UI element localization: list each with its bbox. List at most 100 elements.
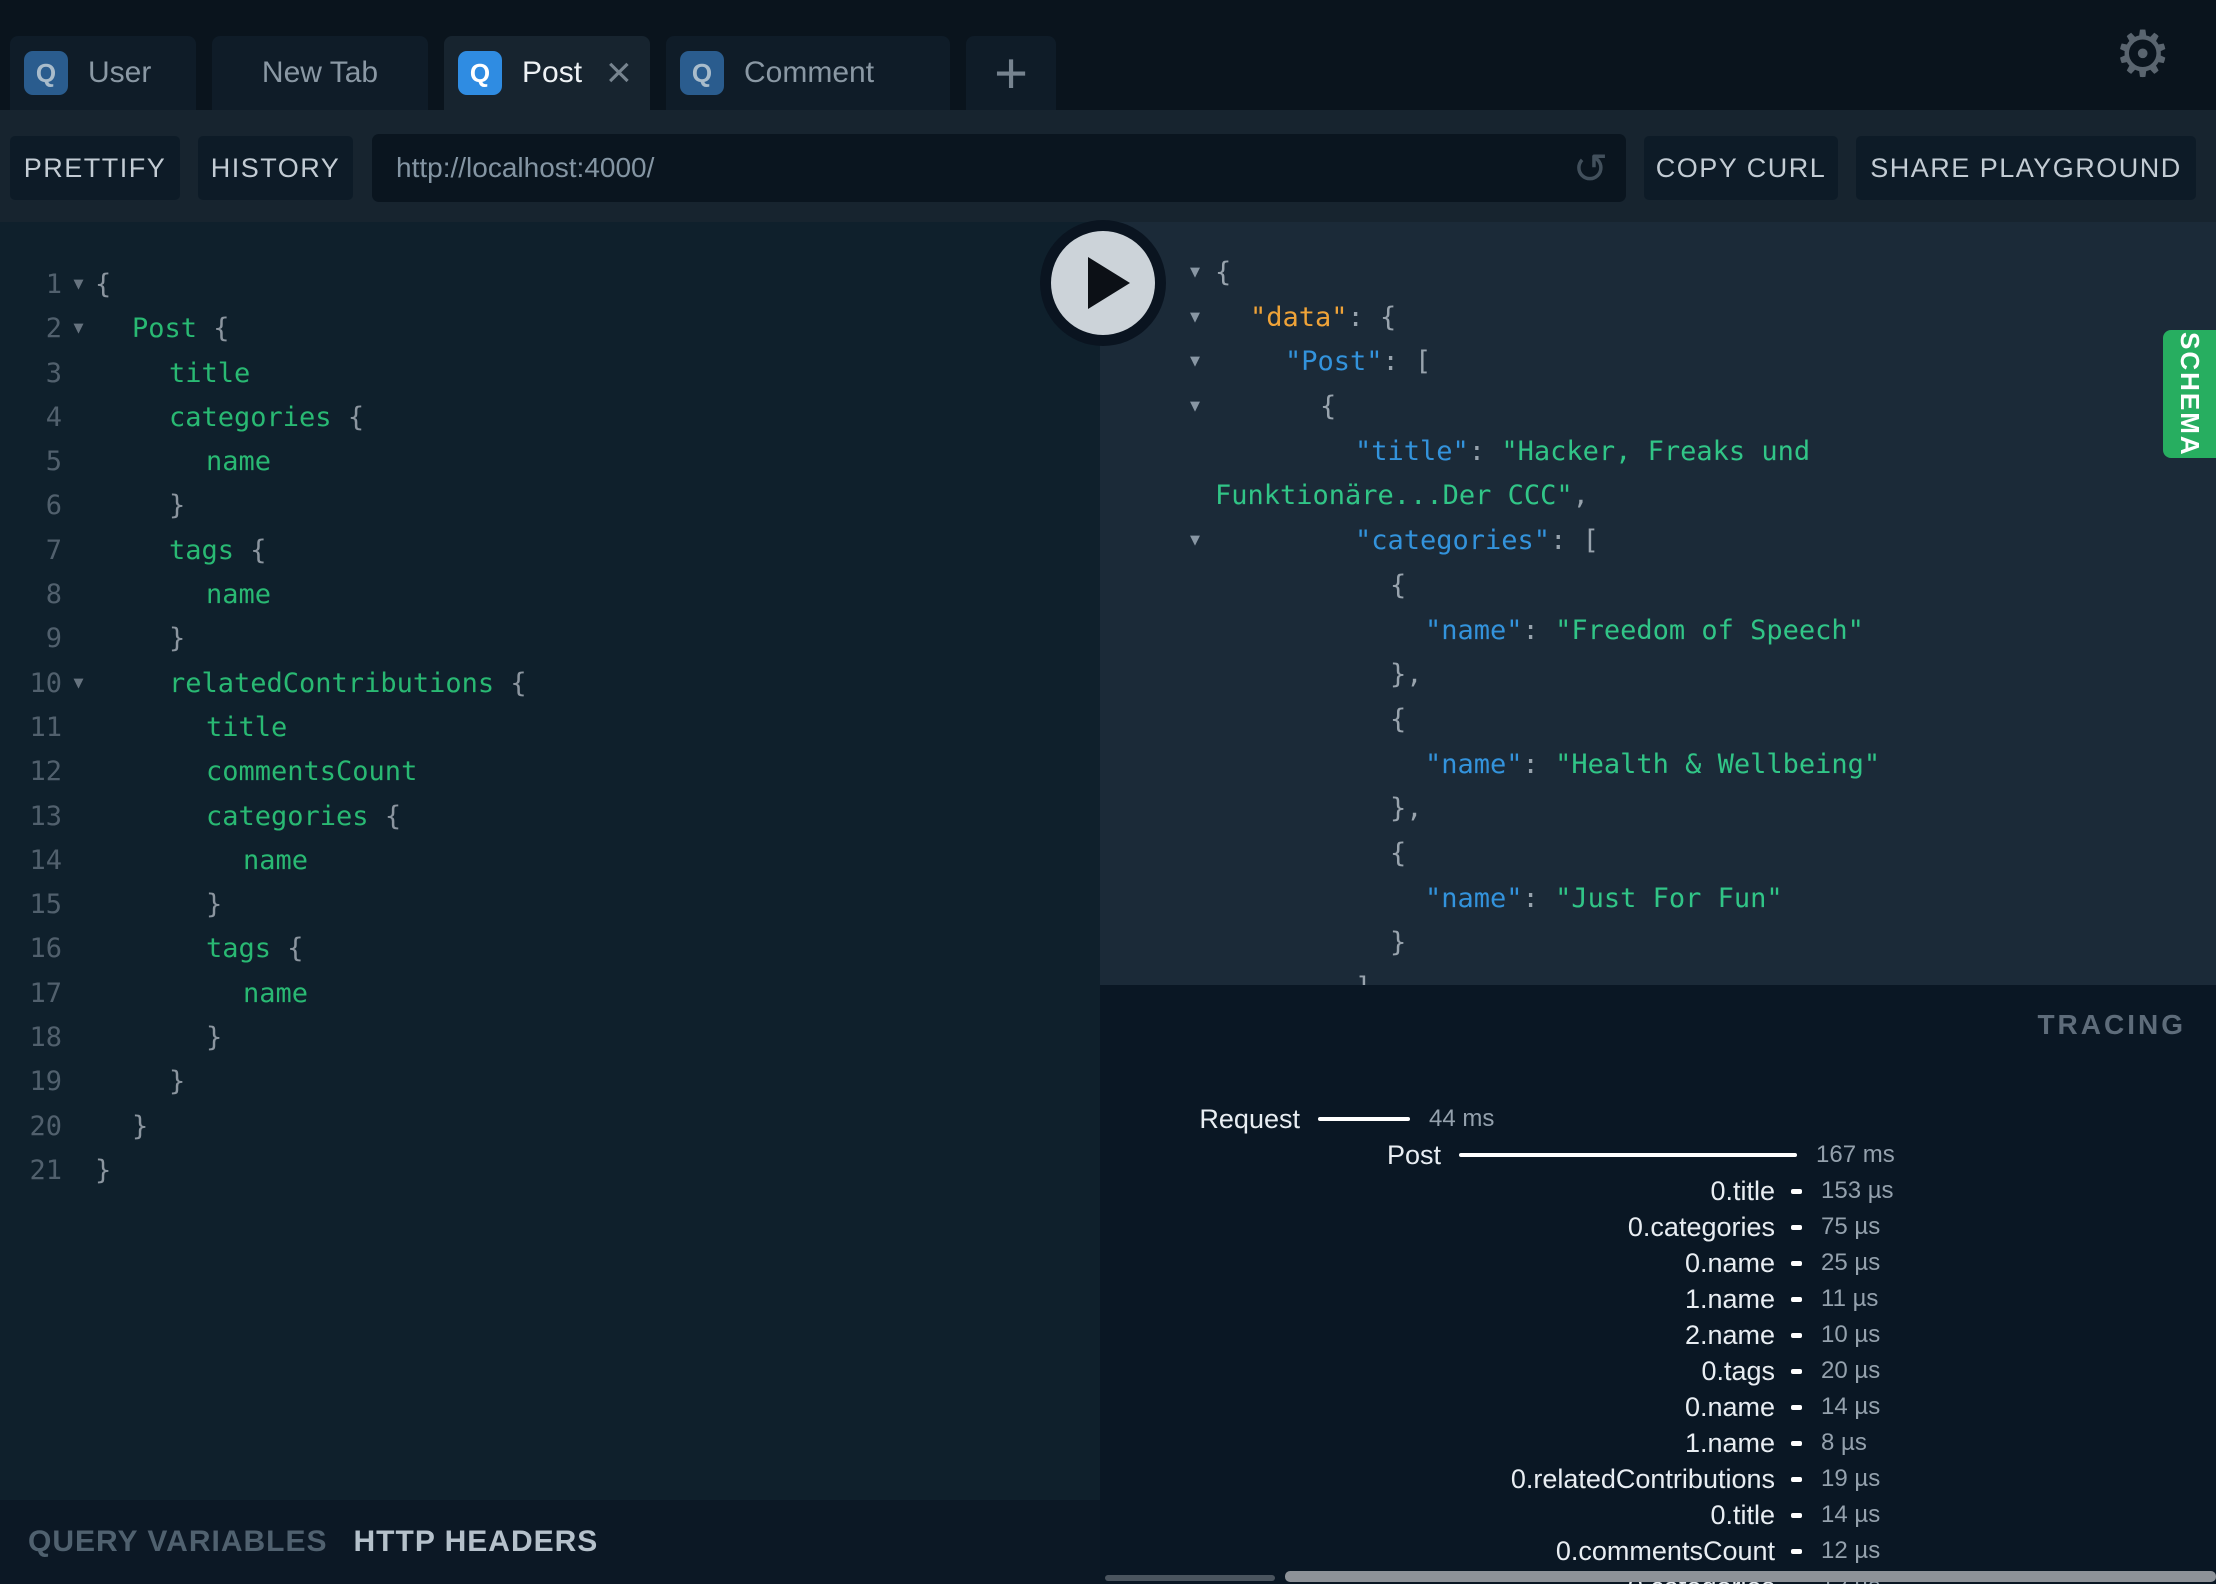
line-number: 19: [29, 1066, 62, 1098]
code-line: 20}: [0, 1105, 1100, 1149]
history-button[interactable]: HISTORY: [198, 136, 353, 200]
fold-arrow-spacer: [62, 617, 95, 661]
tracing-row: 0.name 25 µs: [1100, 1245, 2216, 1281]
fold-arrow-spacer: [62, 750, 95, 794]
response-line: ▼ "Post": [: [1100, 340, 2216, 385]
fold-arrow-spacer: [62, 352, 95, 396]
line-number: 9: [45, 623, 62, 655]
fold-arrow-icon[interactable]: ▼: [1182, 296, 1208, 341]
tracing-duration: 14 µs: [1821, 1393, 1881, 1420]
line-number: 11: [29, 711, 62, 743]
response-text: "Post": [: [1285, 346, 1432, 378]
tracing-label: 0.commentsCount: [1555, 1535, 1775, 1566]
response-line: ▼{: [1100, 385, 2216, 430]
prettify-button[interactable]: PRETTIFY: [10, 136, 180, 200]
tracing-title: TRACING: [2037, 1009, 2186, 1040]
close-icon[interactable]: ×: [606, 51, 632, 95]
response-line: ▼{: [1100, 251, 2216, 296]
fold-arrow-icon[interactable]: ▼: [1182, 340, 1208, 385]
response-text: },: [1390, 659, 1423, 691]
tracing-duration-dash: [1791, 1404, 1802, 1410]
line-number: 16: [29, 933, 62, 965]
fold-arrow-spacer: [62, 706, 95, 750]
code-text: categories {: [169, 401, 365, 433]
tracing-row: 1.name 8 µs: [1100, 1425, 2216, 1461]
response-text: ]: [1100, 972, 1371, 985]
tracing-hscrollbar-track: [1105, 1575, 1275, 1581]
schema-tab[interactable]: SCHEMA: [2163, 330, 2216, 458]
tracing-row: 0.name 14 µs: [1100, 1389, 2216, 1425]
response-text: "name": "Just For Fun": [1425, 882, 1783, 914]
code-line: 21}: [0, 1149, 1100, 1193]
line-number: 15: [29, 889, 62, 921]
tracing-duration-dash: [1791, 1260, 1802, 1266]
fold-arrow-icon[interactable]: ▼: [62, 307, 95, 351]
tab-new-tab[interactable]: New Tab: [212, 36, 428, 110]
fold-arrow-spacer: [62, 927, 95, 971]
tracing-duration-dash: [1791, 1548, 1802, 1554]
line-number: 10: [29, 667, 62, 699]
tracing-label: 0.categories: [1627, 1211, 1775, 1242]
response-text: Funktionäre...Der CCC",: [1215, 480, 1589, 512]
share-playground-button[interactable]: SHARE PLAYGROUND: [1856, 136, 2196, 200]
response-lines: ▼{▼ "data": {▼ "Post": [▼{"title": "Hacker…: [1100, 251, 2216, 985]
tracing-rows: Request 44 ms Post 167 ms 0.title 153 µs 0.cat…: [1100, 1101, 2216, 1584]
query-variables-tab[interactable]: QUERY VARIABLES: [28, 1525, 328, 1559]
tracing-duration: 14 µs: [1821, 1501, 1881, 1528]
response-viewer[interactable]: ▼{▼ "data": {▼ "Post": [▼{"title": "Hacker…: [1100, 222, 2216, 985]
code-text: name: [243, 977, 309, 1009]
tracing-duration: 167 ms: [1816, 1141, 1895, 1168]
tracing-duration: 153 µs: [1821, 1177, 1894, 1204]
query-editor[interactable]: 1 ▼{2 ▼ Post {3 title 4 categories {5 name 6} 7 ta…: [0, 222, 1100, 1500]
refresh-schema-icon[interactable]: ↺: [1573, 144, 1608, 193]
tab-comment[interactable]: Q Comment: [666, 36, 950, 110]
fold-arrow-spacer: [62, 1149, 95, 1193]
tab-bar: Q User New Tab Q Post × Q Comment +: [0, 0, 2216, 110]
tracing-panel: TRACING Request 44 ms Post 167 ms 0.title 153…: [1100, 985, 2216, 1584]
response-text: "title": "Hacker, Freaks und: [1355, 435, 1811, 467]
response-line: ▼ "categories": [: [1100, 519, 2216, 564]
execute-button[interactable]: [1040, 220, 1166, 346]
response-line: {: [1100, 832, 2216, 877]
response-line: }: [1100, 921, 2216, 966]
tab-label: User: [88, 56, 152, 89]
query-badge-icon: Q: [458, 51, 502, 95]
fold-arrow-icon[interactable]: ▼: [1182, 251, 1208, 296]
fold-arrow-icon[interactable]: ▼: [1182, 385, 1208, 430]
tracing-label: 0.relatedContributions: [1510, 1463, 1775, 1494]
code-text: title: [169, 357, 251, 389]
fold-arrow-icon[interactable]: ▼: [1182, 519, 1208, 564]
fold-arrow-icon[interactable]: ▼: [62, 662, 95, 706]
line-number: 17: [29, 977, 62, 1009]
settings-gear-icon[interactable]: ⚙: [2114, 20, 2171, 90]
tab-label: Comment: [744, 56, 875, 89]
copy-curl-button[interactable]: COPY CURL: [1644, 136, 1838, 200]
tracing-row: 0.tags 20 µs: [1100, 1353, 2216, 1389]
tab-user[interactable]: Q User: [10, 36, 196, 110]
tracing-row: Post 167 ms: [1100, 1137, 2216, 1173]
http-headers-tab[interactable]: HTTP HEADERS: [354, 1525, 599, 1559]
fold-arrow-spacer: [62, 839, 95, 883]
line-number: 21: [29, 1154, 62, 1186]
line-number: 1: [45, 269, 62, 300]
fold-arrow-spacer: [62, 795, 95, 839]
tracing-duration-dash: [1791, 1332, 1802, 1338]
code-line: 5 name: [0, 440, 1100, 484]
tracing-duration: 75 µs: [1821, 1213, 1881, 1240]
response-line: ▼ "data": {: [1100, 296, 2216, 341]
tab-post[interactable]: Q Post ×: [444, 36, 650, 110]
response-line: "name": "Just For Fun": [1100, 877, 2216, 922]
code-text: }: [169, 1066, 186, 1098]
fold-arrow-icon[interactable]: ▼: [62, 263, 95, 307]
tracing-duration-dash: [1791, 1512, 1802, 1518]
code-line: 7 tags {: [0, 529, 1100, 573]
endpoint-url-input[interactable]: [372, 134, 1626, 202]
code-text: }: [206, 1022, 223, 1054]
tracing-hscrollbar-thumb[interactable]: [1285, 1571, 2216, 1582]
play-icon: [1088, 257, 1130, 309]
tracing-duration-dash: [1791, 1296, 1802, 1302]
tracing-duration-dash: [1791, 1476, 1802, 1482]
query-badge-icon: Q: [24, 51, 68, 95]
plus-icon: +: [994, 40, 1028, 106]
new-tab-button[interactable]: +: [966, 36, 1056, 110]
